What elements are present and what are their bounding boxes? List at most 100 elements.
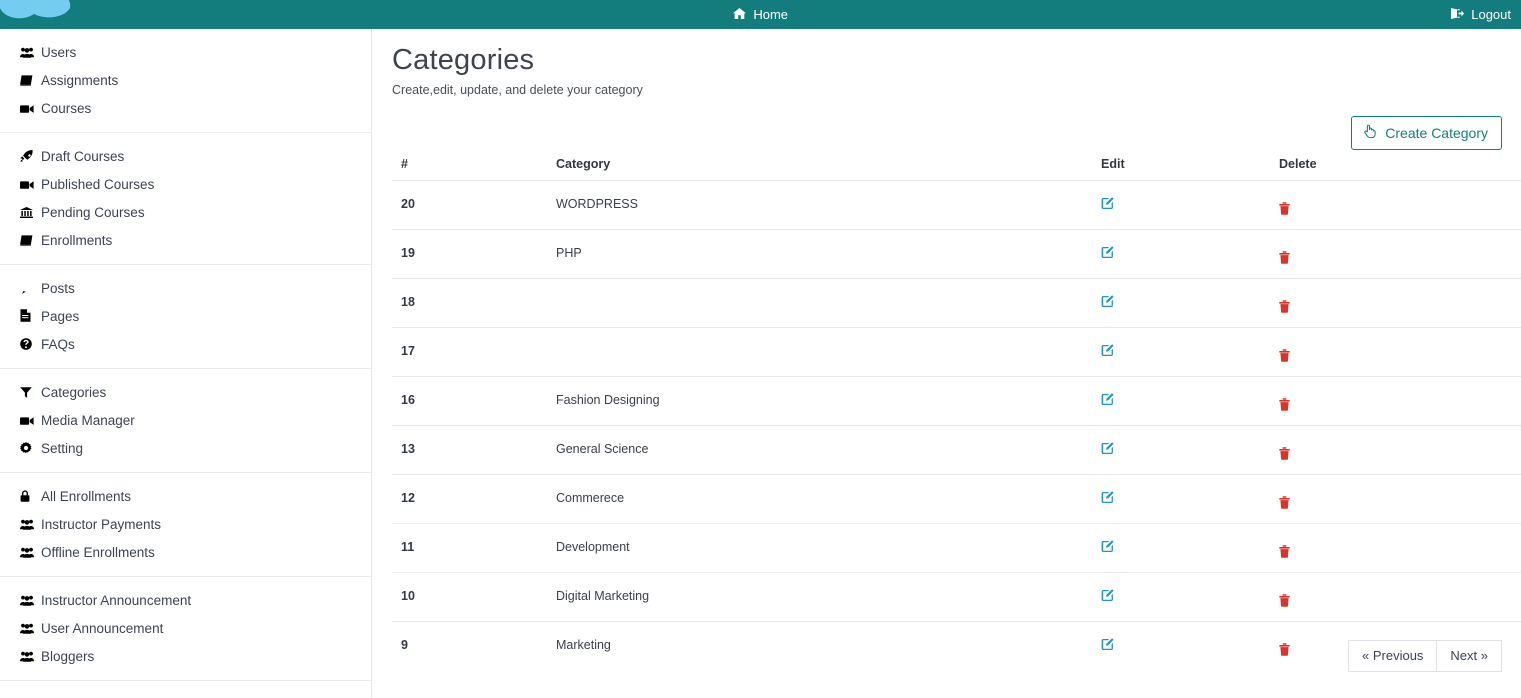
- sidebar-item-label: Categories: [41, 385, 107, 400]
- book-icon: [20, 73, 36, 89]
- delete-button[interactable]: [1279, 300, 1290, 315]
- cell-edit: [1092, 474, 1270, 524]
- trash-icon: [1279, 349, 1290, 365]
- cell-delete: [1270, 474, 1521, 524]
- edit-button[interactable]: [1101, 246, 1114, 261]
- next-page-button[interactable]: Next »: [1437, 640, 1502, 672]
- sidebar-item-categories[interactable]: Categories: [0, 379, 371, 407]
- create-category-row: Create Category: [392, 97, 1505, 153]
- delete-button[interactable]: [1279, 447, 1290, 462]
- delete-button[interactable]: [1279, 349, 1290, 364]
- delete-button[interactable]: [1279, 398, 1290, 413]
- cell-delete: [1270, 425, 1521, 475]
- pencil-square-icon: [1101, 589, 1114, 605]
- sidebar-item-enrollments[interactable]: Enrollments: [0, 227, 371, 255]
- sidebar-item-posts[interactable]: Posts: [0, 275, 371, 303]
- delete-button[interactable]: [1279, 251, 1290, 266]
- cell-edit: [1092, 572, 1270, 622]
- cell-edit: [1092, 621, 1270, 670]
- sidebar-item-offline-enrollments[interactable]: Offline Enrollments: [0, 539, 371, 567]
- pencil-square-icon: [1101, 638, 1114, 654]
- cell-category-name: Marketing: [547, 621, 1092, 670]
- delete-button[interactable]: [1279, 643, 1290, 658]
- trash-icon: [1279, 545, 1290, 561]
- file-icon: [20, 309, 36, 325]
- edit-button[interactable]: [1101, 344, 1114, 359]
- sidebar-item-instructor-announcement[interactable]: Instructor Announcement: [0, 587, 371, 615]
- cell-category-name: Fashion Designing: [547, 376, 1092, 426]
- sidebar-item-faqs[interactable]: FAQs: [0, 331, 371, 359]
- cell-row-number: 13: [392, 425, 547, 475]
- edit-button[interactable]: [1101, 197, 1114, 212]
- cell-category-name: Commerece: [547, 474, 1092, 524]
- delete-button[interactable]: [1279, 202, 1290, 217]
- users-icon: [20, 621, 36, 637]
- table-header: # Category Edit Delete: [392, 153, 1521, 181]
- sidebar-item-bloggers[interactable]: Bloggers: [0, 643, 371, 671]
- sidebar-item-label: Users: [41, 45, 77, 60]
- cell-edit: [1092, 425, 1270, 475]
- rocket-icon: [20, 149, 36, 165]
- cell-row-number: 18: [392, 278, 547, 328]
- page-title: Categories: [392, 44, 535, 76]
- create-category-button[interactable]: Create Category: [1351, 116, 1502, 150]
- sidebar-item-label: User Announcement: [41, 621, 164, 636]
- sidebar-item-draft-courses[interactable]: Draft Courses: [0, 143, 371, 171]
- cell-category-name: General Science: [547, 425, 1092, 475]
- pagination: « Previous Next »: [1348, 640, 1502, 672]
- sidebar-item-media-manager[interactable]: Media Manager: [0, 407, 371, 435]
- edit-button[interactable]: [1101, 393, 1114, 408]
- edit-button[interactable]: [1101, 589, 1114, 604]
- sidebar-item-label: Assignments: [41, 73, 119, 88]
- sidebar-group-6: Instructor Announcement User Announcement…: [0, 576, 371, 680]
- edit-button[interactable]: [1101, 638, 1114, 653]
- sidebar-item-published-courses[interactable]: Published Courses: [0, 171, 371, 199]
- delete-button[interactable]: [1279, 594, 1290, 609]
- table-row: 12 Commerece: [392, 474, 1521, 524]
- sidebar-item-all-enrollments[interactable]: All Enrollments: [0, 483, 371, 511]
- cell-row-number: 10: [392, 572, 547, 622]
- table-row: 20 WORDPRESS: [392, 181, 1521, 230]
- sidebar-item-instructor-payments[interactable]: Instructor Payments: [0, 511, 371, 539]
- column-header-delete: Delete: [1270, 153, 1521, 181]
- users-icon: [20, 517, 36, 533]
- sidebar-item-label: Media Manager: [41, 413, 135, 428]
- sidebar: Users Assignments Courses Draft Courses Publ…: [0, 29, 372, 698]
- edit-button[interactable]: [1101, 442, 1114, 457]
- pencil-square-icon: [1101, 393, 1114, 409]
- edit-button[interactable]: [1101, 491, 1114, 506]
- cell-row-number: 16: [392, 376, 547, 426]
- sidebar-item-users[interactable]: Users: [0, 39, 371, 67]
- home-link[interactable]: Home: [0, 0, 1521, 29]
- sidebar-item-courses[interactable]: Courses: [0, 95, 371, 123]
- sidebar-item-pages[interactable]: Pages: [0, 303, 371, 331]
- cell-delete: [1270, 229, 1521, 279]
- video-icon: [20, 177, 36, 193]
- sidebar-item-assignments[interactable]: Assignments: [0, 67, 371, 95]
- pencil-square-icon: [1101, 246, 1114, 262]
- hand-pointer-icon: [1363, 124, 1380, 141]
- users-icon: [20, 545, 36, 561]
- sidebar-item-admins[interactable]: Admins: [0, 691, 371, 698]
- users-icon: [20, 45, 36, 61]
- sidebar-item-user-announcement[interactable]: User Announcement: [0, 615, 371, 643]
- column-header-category: Category: [547, 153, 1092, 181]
- delete-button[interactable]: [1279, 496, 1290, 511]
- sidebar-item-setting[interactable]: Setting: [0, 435, 371, 463]
- logout-link[interactable]: Logout: [1450, 0, 1511, 29]
- table-row: 11 Development: [392, 523, 1521, 573]
- sidebar-item-label: Instructor Announcement: [41, 593, 192, 608]
- main-content: Categories Create,edit, update, and dele…: [373, 29, 1521, 698]
- sidebar-item-label: Bloggers: [41, 649, 95, 664]
- sidebar-item-pending-courses[interactable]: Pending Courses: [0, 199, 371, 227]
- previous-page-button[interactable]: « Previous: [1348, 640, 1438, 672]
- edit-button[interactable]: [1101, 540, 1114, 555]
- column-header-number: #: [392, 153, 547, 181]
- cell-edit: [1092, 229, 1270, 279]
- table-row: 17: [392, 327, 1521, 377]
- trash-icon: [1279, 643, 1290, 659]
- sidebar-item-label: Offline Enrollments: [41, 545, 155, 560]
- lock-icon: [20, 489, 36, 505]
- edit-button[interactable]: [1101, 295, 1114, 310]
- delete-button[interactable]: [1279, 545, 1290, 560]
